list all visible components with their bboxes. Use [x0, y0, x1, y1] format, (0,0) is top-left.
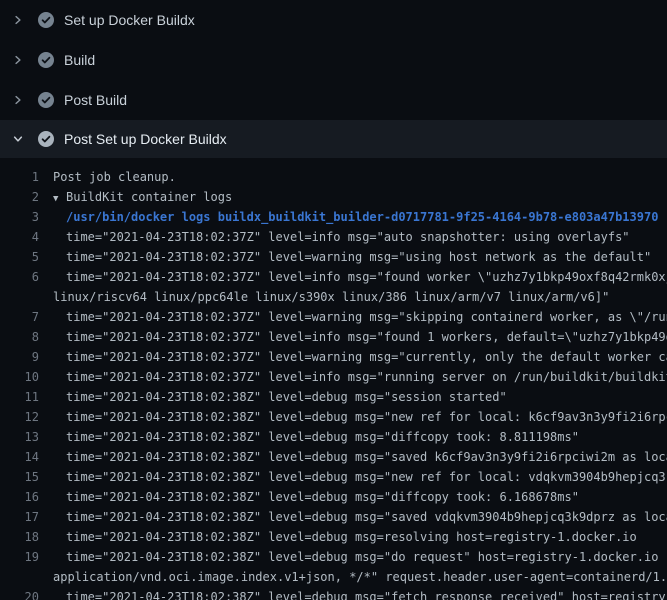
- log-line: 17time="2021-04-23T18:02:38Z" level=debu…: [0, 507, 667, 527]
- line-number[interactable]: 13: [0, 427, 39, 447]
- log-line: 19time="2021-04-23T18:02:38Z" level=debu…: [0, 547, 667, 567]
- log-line: 12time="2021-04-23T18:02:38Z" level=debu…: [0, 407, 667, 427]
- log-line: 8time="2021-04-23T18:02:37Z" level=info …: [0, 327, 667, 347]
- log-line: 3/usr/bin/docker logs buildx_buildkit_bu…: [0, 207, 667, 227]
- log-line: 5time="2021-04-23T18:02:37Z" level=warni…: [0, 247, 667, 267]
- log-line: 15time="2021-04-23T18:02:38Z" level=debu…: [0, 467, 667, 487]
- log-line: 4time="2021-04-23T18:02:37Z" level=info …: [0, 227, 667, 247]
- log-text: time="2021-04-23T18:02:37Z" level=info m…: [39, 367, 667, 387]
- log-text: ▼BuildKit container logs: [39, 187, 232, 207]
- log-text: time="2021-04-23T18:02:37Z" level=warnin…: [39, 247, 651, 267]
- check-circle-icon: [38, 92, 54, 108]
- line-number[interactable]: 12: [0, 407, 39, 427]
- log-text: time="2021-04-23T18:02:38Z" level=debug …: [39, 587, 667, 600]
- line-number[interactable]: 14: [0, 447, 39, 467]
- line-number[interactable]: 11: [0, 387, 39, 407]
- log-line: 6time="2021-04-23T18:02:37Z" level=info …: [0, 267, 667, 287]
- step-label: Post Build: [64, 92, 127, 108]
- log-line: 20time="2021-04-23T18:02:38Z" level=debu…: [0, 587, 667, 600]
- line-number[interactable]: 7: [0, 307, 39, 327]
- step-row-post-build[interactable]: Post Build: [0, 80, 667, 120]
- line-number[interactable]: 20: [0, 587, 39, 600]
- log-line: 10time="2021-04-23T18:02:37Z" level=info…: [0, 367, 667, 387]
- log-line-wrap: linux/riscv64 linux/ppc64le linux/s390x …: [0, 287, 667, 307]
- line-number[interactable]: 18: [0, 527, 39, 547]
- line-number[interactable]: 17: [0, 507, 39, 527]
- line-number[interactable]: 5: [0, 247, 39, 267]
- step-row-build[interactable]: Build: [0, 40, 667, 80]
- log-text: time="2021-04-23T18:02:37Z" level=info m…: [39, 267, 667, 287]
- step-row-post-set-up-docker-buildx[interactable]: Post Set up Docker Buildx: [0, 120, 667, 158]
- log-command-text: /usr/bin/docker logs buildx_buildkit_bui…: [39, 207, 658, 227]
- line-number-empty: [0, 287, 39, 307]
- chevron-right-icon: [12, 54, 24, 66]
- check-circle-icon: [38, 131, 54, 147]
- log-line: 13time="2021-04-23T18:02:38Z" level=debu…: [0, 427, 667, 447]
- chevron-down-icon: [12, 133, 24, 145]
- log-text: time="2021-04-23T18:02:37Z" level=info m…: [39, 227, 630, 247]
- log-text: linux/riscv64 linux/ppc64le linux/s390x …: [39, 287, 609, 307]
- step-row-set-up-docker-buildx[interactable]: Set up Docker Buildx: [0, 0, 667, 40]
- log-line-wrap: application/vnd.oci.image.index.v1+json,…: [0, 567, 667, 587]
- log-text: time="2021-04-23T18:02:38Z" level=debug …: [39, 407, 667, 427]
- check-circle-icon: [38, 52, 54, 68]
- check-circle-icon: [38, 12, 54, 28]
- log-text: time="2021-04-23T18:02:38Z" level=debug …: [39, 387, 507, 407]
- log-text: time="2021-04-23T18:02:37Z" level=info m…: [39, 327, 667, 347]
- log-line: 11time="2021-04-23T18:02:38Z" level=debu…: [0, 387, 667, 407]
- log-text: time="2021-04-23T18:02:38Z" level=debug …: [39, 547, 667, 567]
- step-label: Post Set up Docker Buildx: [64, 131, 227, 147]
- line-number[interactable]: 2: [0, 187, 39, 207]
- steps-list: Set up Docker Buildx Build Post Build Po…: [0, 0, 667, 158]
- log-text: time="2021-04-23T18:02:38Z" level=debug …: [39, 507, 667, 527]
- line-number[interactable]: 9: [0, 347, 39, 367]
- log-text: time="2021-04-23T18:02:38Z" level=debug …: [39, 447, 667, 467]
- log-line: 18time="2021-04-23T18:02:38Z" level=debu…: [0, 527, 667, 547]
- line-number[interactable]: 16: [0, 487, 39, 507]
- log-text: time="2021-04-23T18:02:37Z" level=warnin…: [39, 347, 667, 367]
- log-text: time="2021-04-23T18:02:37Z" level=warnin…: [39, 307, 667, 327]
- chevron-right-icon: [12, 14, 24, 26]
- step-label: Set up Docker Buildx: [64, 12, 195, 28]
- log-line: 14time="2021-04-23T18:02:38Z" level=debu…: [0, 447, 667, 467]
- step-label: Build: [64, 52, 95, 68]
- log-text: Post job cleanup.: [39, 167, 176, 187]
- group-caret-icon[interactable]: ▼: [53, 189, 66, 207]
- line-number-empty: [0, 567, 39, 587]
- log-line: 1Post job cleanup.: [0, 167, 667, 187]
- log-text: application/vnd.oci.image.index.v1+json,…: [39, 567, 667, 587]
- line-number[interactable]: 1: [0, 167, 39, 187]
- log-line: 16time="2021-04-23T18:02:38Z" level=debu…: [0, 487, 667, 507]
- log-line: 2▼BuildKit container logs: [0, 187, 667, 207]
- log-text: time="2021-04-23T18:02:38Z" level=debug …: [39, 487, 579, 507]
- log-text: time="2021-04-23T18:02:38Z" level=debug …: [39, 527, 637, 547]
- line-number[interactable]: 3: [0, 207, 39, 227]
- log-line: 7time="2021-04-23T18:02:37Z" level=warni…: [0, 307, 667, 327]
- log-lines: 1Post job cleanup.2▼BuildKit container l…: [0, 167, 667, 600]
- line-number[interactable]: 10: [0, 367, 39, 387]
- chevron-right-icon: [12, 94, 24, 106]
- line-number[interactable]: 8: [0, 327, 39, 347]
- log-panel: 1Post job cleanup.2▼BuildKit container l…: [0, 158, 667, 600]
- line-number[interactable]: 4: [0, 227, 39, 247]
- log-text: time="2021-04-23T18:02:38Z" level=debug …: [39, 427, 579, 447]
- line-number[interactable]: 6: [0, 267, 39, 287]
- log-line: 9time="2021-04-23T18:02:37Z" level=warni…: [0, 347, 667, 367]
- line-number[interactable]: 15: [0, 467, 39, 487]
- line-number[interactable]: 19: [0, 547, 39, 567]
- log-text: time="2021-04-23T18:02:38Z" level=debug …: [39, 467, 667, 487]
